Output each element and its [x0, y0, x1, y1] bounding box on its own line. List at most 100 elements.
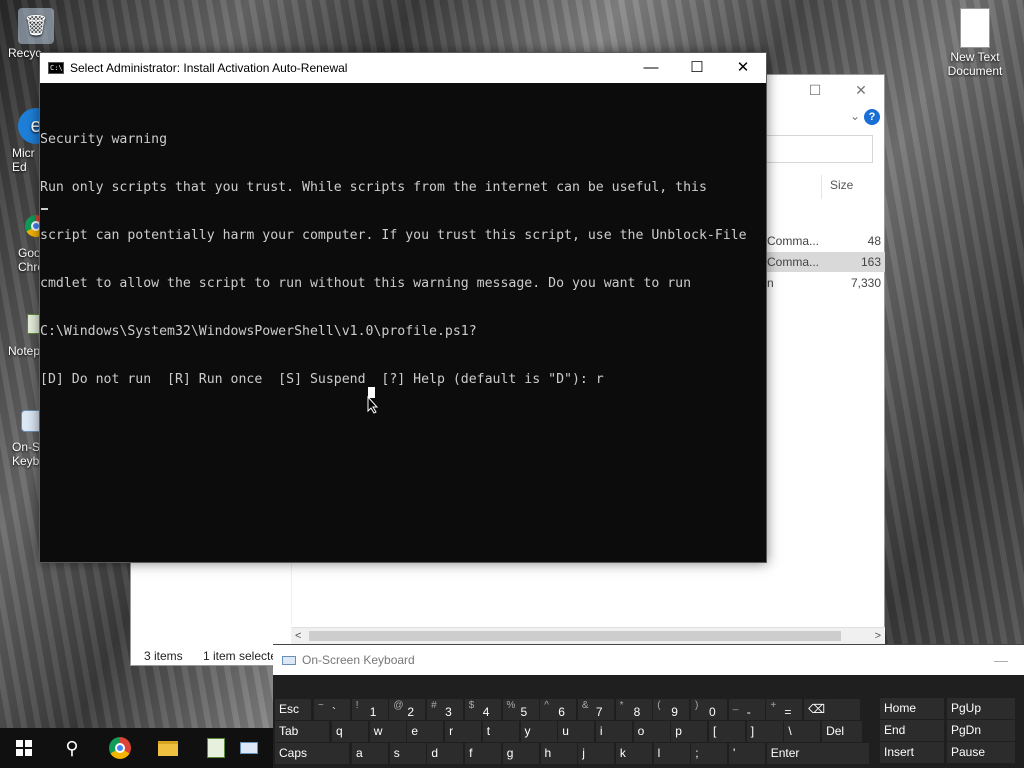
- keyboard-icon: [282, 655, 296, 665]
- console-line: script can potentially harm your compute…: [40, 228, 747, 243]
- osk-key-end[interactable]: End: [880, 720, 944, 741]
- osk-key[interactable]: % 5: [502, 699, 539, 720]
- osk-key[interactable]: ]: [746, 721, 783, 742]
- help-icon[interactable]: ?: [864, 109, 880, 125]
- osk-key[interactable]: s: [389, 743, 426, 764]
- file-row[interactable]: Comma... 48: [767, 231, 885, 251]
- osk-key-shift-label: &: [581, 700, 589, 711]
- osk-key-pgup[interactable]: PgUp: [947, 698, 1015, 719]
- taskbar-file-explorer[interactable]: [144, 728, 192, 768]
- chevron-down-icon[interactable]: ⌄: [850, 109, 860, 123]
- osk-key[interactable]: q: [332, 721, 368, 742]
- osk-key[interactable]: f: [465, 743, 502, 764]
- osk-key[interactable]: t: [482, 721, 519, 742]
- osk-minimize-button[interactable]: —: [978, 652, 1024, 668]
- osk-key-shift-label: $: [468, 700, 475, 711]
- osk-key-pause[interactable]: Pause: [947, 742, 1015, 763]
- console-maximize-button[interactable]: ☐: [674, 53, 720, 83]
- osk-key-home[interactable]: Home: [880, 698, 944, 719]
- osk-key[interactable]: @2: [389, 699, 426, 720]
- on-screen-keyboard-window[interactable]: On-Screen Keyboard — Esc ~ `! 1 @2 #3 $4% 5 ^ 6 & 7…: [273, 644, 1024, 768]
- console-line: Security warning: [40, 132, 168, 147]
- explorer-maximize-button[interactable]: ☐: [792, 82, 838, 99]
- column-header-size[interactable]: Size: [821, 175, 881, 199]
- osk-key[interactable]: j: [578, 743, 615, 764]
- osk-key[interactable]: #3: [427, 699, 464, 720]
- start-button[interactable]: [0, 728, 48, 768]
- osk-key[interactable]: (9: [653, 699, 690, 720]
- console-titlebar[interactable]: C:\ Select Administrator: Install Activa…: [40, 53, 766, 83]
- horizontal-scrollbar[interactable]: < >: [291, 627, 885, 644]
- osk-key[interactable]: Del: [822, 721, 863, 742]
- osk-key[interactable]: a: [352, 743, 388, 764]
- search-box[interactable]: [761, 135, 873, 163]
- osk-key-shift-label: !: [355, 700, 359, 711]
- osk-key[interactable]: Esc: [275, 699, 311, 720]
- osk-key[interactable]: w: [369, 721, 406, 742]
- osk-key-label: 6: [558, 705, 565, 719]
- osk-key-shift-label: %: [506, 700, 516, 711]
- osk-key[interactable]: l: [653, 743, 690, 764]
- osk-key-pgdn[interactable]: PgDn: [947, 720, 1015, 741]
- osk-key[interactable]: ': [729, 743, 765, 764]
- osk-key[interactable]: & 7: [577, 699, 614, 720]
- osk-key[interactable]: y: [520, 721, 557, 742]
- osk-title: On-Screen Keyboard: [302, 653, 415, 667]
- osk-titlebar[interactable]: On-Screen Keyboard —: [273, 645, 1024, 675]
- recycle-bin-icon: 🗑: [18, 8, 54, 44]
- desktop-icon-new-text-document[interactable]: New Text Document: [942, 8, 1008, 78]
- taskbar-chrome[interactable]: [96, 728, 144, 768]
- osk-key[interactable]: ⌫: [804, 699, 861, 720]
- osk-key[interactable]: + =: [766, 699, 803, 720]
- osk-key[interactable]: ;: [691, 743, 728, 764]
- console-app-icon: C:\: [48, 62, 64, 74]
- taskbar-notepad[interactable]: [192, 728, 240, 768]
- osk-key[interactable]: o: [633, 721, 670, 742]
- explorer-close-button[interactable]: ✕: [838, 82, 884, 99]
- osk-key-insert[interactable]: Insert: [880, 742, 944, 763]
- osk-key[interactable]: p: [671, 721, 708, 742]
- file-explorer-icon: [158, 740, 178, 756]
- notepad-icon: [207, 738, 225, 758]
- osk-key[interactable]: h: [540, 743, 577, 764]
- osk-key[interactable]: [: [709, 721, 745, 742]
- osk-key[interactable]: $4: [464, 699, 501, 720]
- osk-key-shift-label: ): [695, 700, 699, 711]
- scroll-left-icon[interactable]: <: [295, 628, 301, 645]
- osk-key[interactable]: _ -: [728, 699, 765, 720]
- osk-key[interactable]: \: [784, 721, 821, 742]
- scroll-right-icon[interactable]: >: [875, 628, 881, 645]
- scrollbar-thumb[interactable]: [309, 631, 841, 641]
- osk-key[interactable]: k: [615, 743, 652, 764]
- osk-key[interactable]: ! 1: [351, 699, 388, 720]
- osk-key[interactable]: ) 0: [691, 699, 727, 720]
- osk-key[interactable]: Tab: [275, 721, 329, 742]
- osk-key-label: -: [746, 705, 751, 719]
- text-document-icon: [960, 8, 990, 48]
- search-icon: ⚲: [65, 737, 79, 758]
- status-selected-count: 1 item selecte: [203, 649, 278, 663]
- console-output[interactable]: Security warning Run only scripts that y…: [40, 83, 766, 420]
- osk-key[interactable]: e: [407, 721, 444, 742]
- console-line: cmdlet to allow the script to run withou…: [40, 276, 692, 291]
- osk-key-label: 5: [520, 705, 528, 719]
- osk-key-shift-label: ^: [544, 700, 549, 711]
- osk-key[interactable]: Enter: [766, 743, 869, 764]
- powershell-console-window[interactable]: C:\ Select Administrator: Install Activa…: [39, 52, 767, 563]
- taskbar-keyboard[interactable]: [240, 728, 265, 768]
- file-row[interactable]: n 7,330: [767, 273, 885, 293]
- osk-key[interactable]: ^ 6: [540, 699, 577, 720]
- osk-key[interactable]: d: [427, 743, 464, 764]
- file-row-selected[interactable]: Comma... 163: [767, 252, 885, 272]
- console-close-button[interactable]: ✕: [720, 53, 766, 83]
- osk-key[interactable]: ~ `: [314, 699, 350, 720]
- osk-key[interactable]: r: [445, 721, 482, 742]
- console-line: [D] Do not run [R] Run once [S] Suspend …: [40, 372, 604, 387]
- osk-key[interactable]: i: [595, 721, 632, 742]
- osk-key[interactable]: * 8: [615, 699, 652, 720]
- search-button[interactable]: ⚲: [48, 728, 96, 768]
- console-minimize-button[interactable]: —: [628, 53, 674, 83]
- osk-key[interactable]: u: [558, 721, 595, 742]
- osk-key[interactable]: Caps: [275, 743, 349, 764]
- osk-key[interactable]: g: [502, 743, 539, 764]
